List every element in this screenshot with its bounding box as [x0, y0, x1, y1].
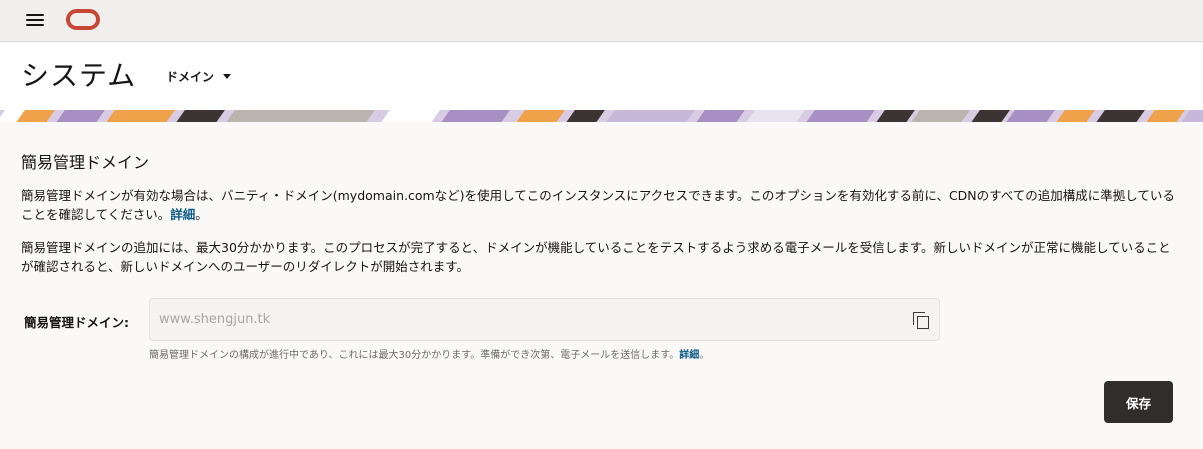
section-title: 簡易管理ドメイン — [21, 153, 150, 172]
domain-field[interactable]: www.shengjun.tk — [149, 298, 940, 341]
decorative-banner — [0, 110, 1203, 122]
process-paragraph: 簡易管理ドメインの追加には、最大30分かかります。このプロセスが完了すると、ドメ… — [21, 240, 1171, 274]
page-title: システム — [21, 59, 137, 92]
top-bar — [0, 0, 1203, 42]
description-paragraph: 簡易管理ドメインが有効な場合は、バニティ・ドメイン(mydomain.comなど… — [21, 186, 1181, 224]
page-header: システム ドメイン — [0, 42, 1203, 110]
help-text: 簡易管理ドメインの構成が進行中であり、これには最大30分かかります。準備ができ次… — [149, 350, 680, 361]
domain-dropdown-label: ドメイン — [166, 70, 215, 84]
copy-icon[interactable] — [913, 312, 931, 330]
oracle-logo[interactable] — [66, 9, 100, 30]
domain-field-label: 簡易管理ドメイン: — [24, 315, 129, 330]
description-end: 。 — [195, 207, 208, 222]
help-details-link[interactable]: 詳細 — [679, 350, 699, 361]
details-link[interactable]: 詳細 — [170, 207, 195, 222]
main-content: 簡易管理ドメイン 簡易管理ドメインが有効な場合は、バニティ・ドメイン(mydom… — [0, 122, 1203, 449]
save-button[interactable]: 保存 — [1104, 381, 1173, 423]
domain-field-value: www.shengjun.tk — [159, 312, 271, 327]
hamburger-menu-icon[interactable] — [26, 13, 44, 27]
domain-dropdown[interactable]: ドメイン — [166, 68, 232, 85]
field-help-text: 簡易管理ドメインの構成が進行中であり、これには最大30分かかります。準備ができ次… — [149, 346, 709, 361]
caret-down-icon — [223, 74, 232, 79]
help-end: 。 — [699, 350, 710, 361]
